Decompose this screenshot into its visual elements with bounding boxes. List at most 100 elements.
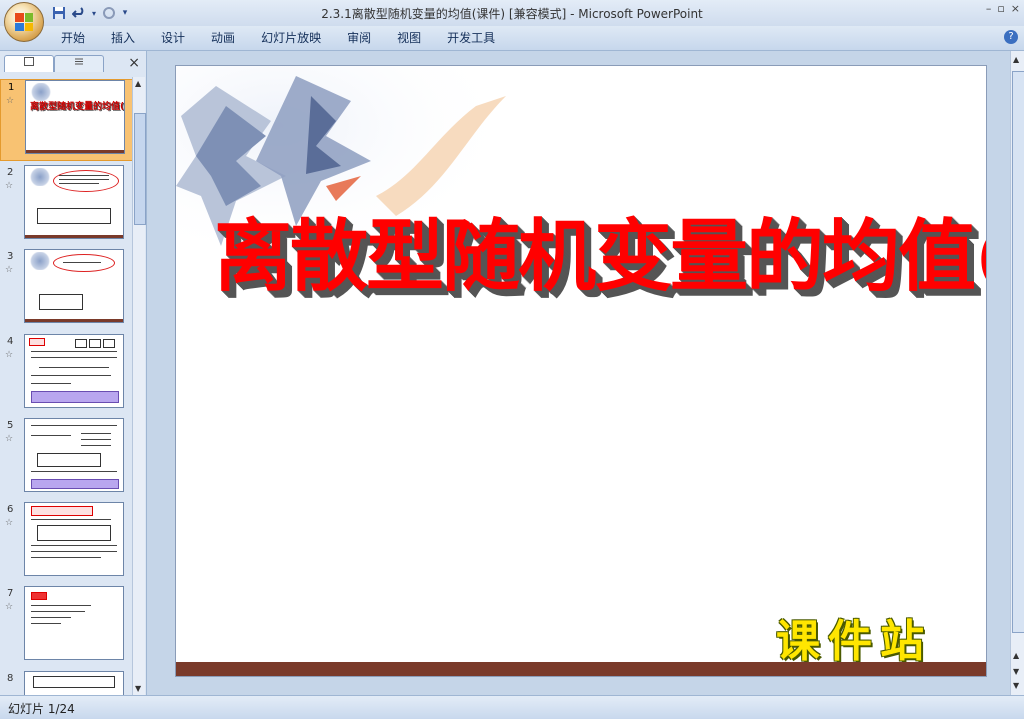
scrollbar-thumb[interactable] [1012, 71, 1024, 633]
slide-number: 5 [7, 420, 14, 431]
slide-preview [24, 334, 124, 408]
mini-highlight-box [31, 391, 119, 403]
mini-footer-bar [25, 319, 123, 322]
mini-text-line [31, 383, 71, 384]
animation-star-icon: ☆ [5, 518, 14, 528]
slide-thumbnail-6[interactable]: 6 ☆ [0, 502, 132, 582]
mini-text-line [31, 605, 91, 606]
slide-preview [24, 418, 124, 492]
mini-text-line [63, 262, 101, 263]
next-slide-icon[interactable]: ▼ [1013, 667, 1019, 676]
animation-star-icon: ☆ [5, 434, 14, 444]
scroll-up-icon[interactable]: ▲ [135, 79, 141, 88]
slide-number: 6 [7, 504, 14, 515]
slide-number: 2 [7, 167, 14, 178]
close-pane-icon[interactable]: × [128, 55, 140, 71]
slide-number: 8 [7, 673, 14, 684]
slide-preview: 离散型随机变量的均值(一) [25, 80, 125, 154]
scroll-up-icon[interactable]: ▲ [1013, 55, 1019, 64]
slide-thumbnail-8[interactable]: 8 [0, 671, 132, 695]
mini-table [39, 294, 83, 310]
save-icon[interactable] [50, 4, 68, 22]
tab-slideshow[interactable]: 幻灯片放映 [248, 30, 334, 46]
tab-developer[interactable]: 开发工具 [434, 30, 508, 46]
previous-slide-icon[interactable]: ▲ [1013, 651, 1019, 660]
slide-editor: 离散型随机变量的均值(一) 课件站 www.kjzhan.com [147, 51, 1009, 695]
mini-label-box [29, 338, 45, 346]
status-bar: 幻灯片 1/24 [0, 695, 1024, 719]
help-icon[interactable]: ? [1004, 30, 1018, 44]
slide-thumbnail-5[interactable]: 5 ☆ [0, 418, 132, 498]
tab-view[interactable]: 视图 [384, 30, 434, 46]
mini-text-line [59, 183, 99, 184]
customize-toolbar-icon[interactable]: ▾ [120, 4, 130, 22]
mini-footer-bar [25, 235, 123, 238]
mini-text-line [31, 425, 117, 426]
undo-icon[interactable] [70, 4, 88, 22]
mini-box [103, 339, 115, 348]
mini-text-line [39, 367, 109, 368]
mini-text-line [59, 179, 109, 180]
mini-text-line [31, 623, 61, 624]
slide-title[interactable]: 离散型随机变量的均值(一) [214, 194, 986, 306]
slide-thumbnail-2[interactable]: 2 ☆ [0, 165, 132, 245]
redo-icon[interactable] [100, 4, 118, 22]
tab-review[interactable]: 审阅 [334, 30, 384, 46]
window-title: 2.3.1离散型随机变量的均值(课件) [兼容模式] - Microsoft P… [321, 7, 703, 21]
mini-text-line [31, 611, 85, 612]
mini-text-line [31, 519, 111, 520]
animation-star-icon: ☆ [6, 96, 15, 106]
close-button[interactable]: × [1011, 2, 1020, 15]
office-button[interactable] [4, 2, 44, 42]
mini-heading-box [31, 506, 93, 516]
scrollbar-thumb[interactable] [134, 113, 146, 225]
mini-text-line [31, 617, 71, 618]
chevron-down-icon[interactable]: ▾ [90, 4, 98, 22]
animation-star-icon: ☆ [5, 350, 14, 360]
scroll-down-icon[interactable]: ▼ [135, 684, 141, 693]
tab-outline[interactable] [54, 55, 104, 72]
tab-animations[interactable]: 动画 [198, 30, 248, 46]
mini-table [37, 453, 101, 467]
maximize-button[interactable]: ▫ [997, 2, 1004, 15]
mini-text-line [31, 375, 111, 376]
title-bar: 2.3.1离散型随机变量的均值(课件) [兼容模式] - Microsoft P… [0, 0, 1024, 26]
animation-star-icon: ☆ [5, 602, 14, 612]
ribbon-tabs: 开始 插入 设计 动画 幻灯片放映 审阅 视图 开发工具 [48, 30, 508, 46]
mini-text-line [31, 435, 71, 436]
mini-box [75, 339, 87, 348]
slide-thumbnail-7[interactable]: 7 ☆ [0, 586, 132, 666]
scroll-down-icon[interactable]: ▼ [1013, 681, 1019, 690]
slide-thumbnail-1[interactable]: 1 ☆ 离散型随机变量的均值(一) [0, 79, 132, 161]
slide-preview [24, 249, 124, 323]
slide-preview [24, 165, 124, 239]
slides-icon [24, 57, 34, 66]
mini-text-line [31, 557, 101, 558]
current-slide[interactable]: 离散型随机变量的均值(一) 课件站 www.kjzhan.com [175, 65, 987, 677]
animation-star-icon: ☆ [5, 181, 14, 191]
slide-preview [24, 586, 124, 660]
tab-insert[interactable]: 插入 [98, 30, 148, 46]
tab-design[interactable]: 设计 [148, 30, 198, 46]
slide-scrollbar[interactable]: ▲ ▲ ▼ ▼ [1010, 51, 1024, 695]
slide-thumbnail-3[interactable]: 3 ☆ [0, 249, 132, 329]
quick-access-toolbar: ▾ ▾ [50, 4, 130, 22]
slide-thumbnail-4[interactable]: 4 ☆ [0, 334, 132, 414]
decorative-star-icon [29, 252, 51, 270]
thumbnail-scrollbar[interactable]: ▲ ▼ [132, 77, 146, 695]
tab-slides[interactable] [4, 55, 54, 72]
mini-text-line [81, 433, 111, 434]
mini-box [89, 339, 101, 348]
minimize-button[interactable]: – [986, 2, 992, 15]
tab-home[interactable]: 开始 [48, 30, 98, 46]
mini-table [33, 676, 115, 688]
mini-text-line [59, 175, 109, 176]
mini-table [37, 525, 111, 541]
mini-ellipse [53, 254, 115, 272]
mini-label-box [31, 592, 47, 600]
slide-number: 1 [8, 82, 15, 93]
mini-footer-bar [26, 150, 124, 153]
mini-table [37, 208, 111, 224]
mini-text-line [31, 471, 117, 472]
animation-star-icon: ☆ [5, 265, 14, 275]
